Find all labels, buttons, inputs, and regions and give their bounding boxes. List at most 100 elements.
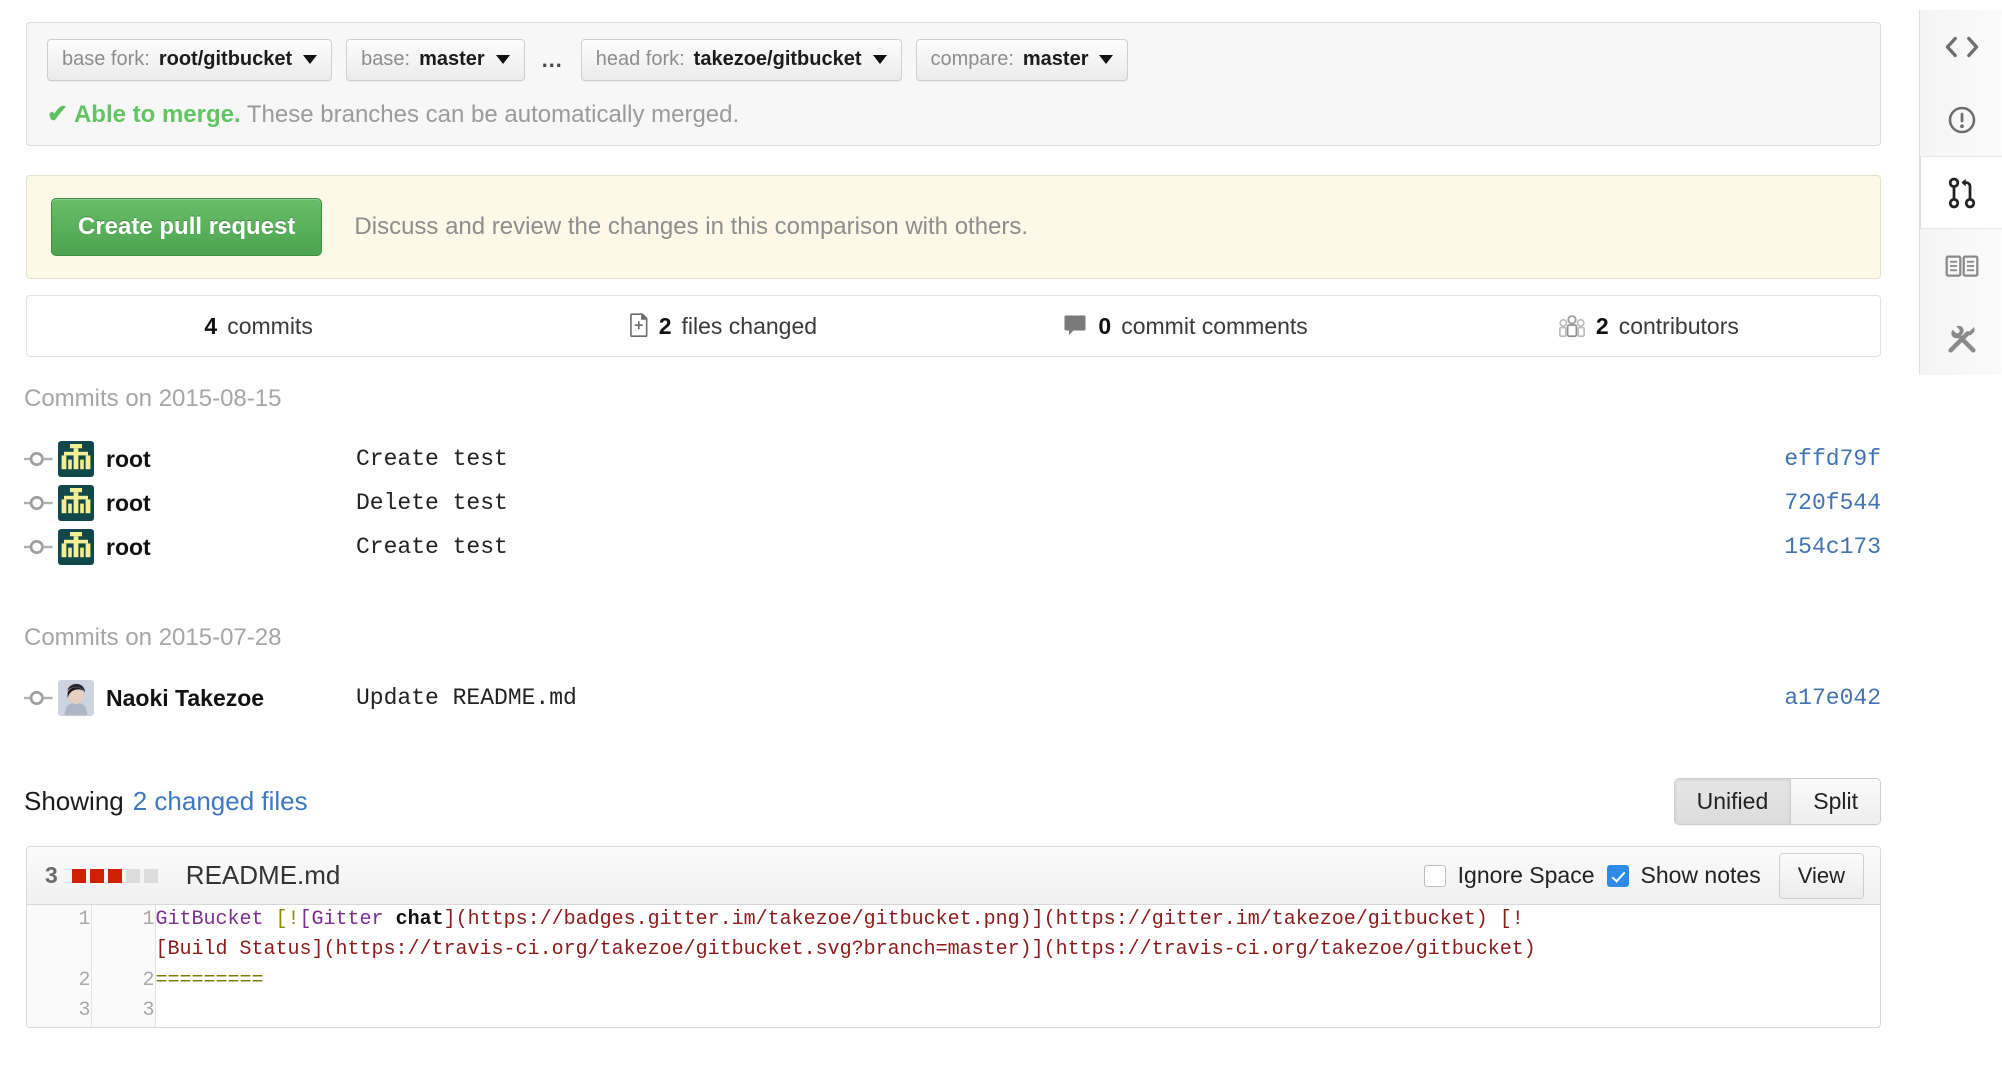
commit-hash[interactable]: a17e042 (1701, 685, 1881, 711)
diff-file-name[interactable]: README.md (186, 860, 341, 891)
stat-contributors-label: contributors (1619, 313, 1739, 340)
diffstat-blocks (72, 869, 158, 883)
people-icon (1558, 313, 1586, 339)
commit-message[interactable]: Delete test (356, 490, 1701, 516)
ignore-space-label[interactable]: Ignore Space (1458, 862, 1595, 889)
sidebar-item-wiki[interactable] (1920, 229, 2002, 302)
compare-branch-value: master (1023, 48, 1089, 71)
pull-request-compare-page: base fork:root/gitbucket base:master … h… (0, 0, 2002, 1066)
avatar (58, 680, 94, 716)
compare-branch-dropdown[interactable]: compare: master (916, 39, 1129, 81)
commit-message[interactable]: Update README.md (356, 685, 1701, 711)
merge-detail-text: These branches can be automatically merg… (247, 101, 739, 128)
create-pull-request-description: Discuss and review the changes in this c… (354, 213, 1028, 241)
diff-code-line[interactable]: GitBucket [![Gitter chat](https://badges… (155, 905, 1880, 966)
commit-message[interactable]: Create test (356, 534, 1701, 560)
compare-panel: base fork:root/gitbucket base:master … h… (26, 22, 1881, 146)
sidebar-item-issues[interactable] (1920, 83, 2002, 156)
diff-old-line-number: 3 (27, 996, 91, 1026)
diff-old-line-number: 1 (27, 905, 91, 966)
show-notes-label[interactable]: Show notes (1641, 862, 1761, 889)
diff-token: ========= (156, 969, 264, 992)
commit-hash[interactable]: 720f544 (1701, 490, 1881, 516)
diff-token: [Build Status](https://travis-ci.org/tak… (156, 938, 1536, 961)
view-file-button[interactable]: View (1779, 853, 1864, 899)
diff-view-split-button[interactable]: Split (1790, 779, 1880, 824)
stat-contributors[interactable]: 2 contributors (1417, 313, 1880, 340)
diff-file-header-controls: Ignore Space Show notes View (1424, 853, 1864, 899)
base-branch-dropdown[interactable]: base: master (346, 39, 525, 81)
sidebar-item-settings[interactable] (1920, 302, 2002, 375)
diff-file-header: 3 README.md Ignore Space Show notes View (27, 847, 1880, 905)
ignore-space-checkbox[interactable] (1424, 865, 1446, 887)
diff-code-line[interactable]: ========= (155, 966, 1880, 996)
compare-branch-label: compare: (931, 48, 1014, 71)
diff-token: [Gitter (300, 908, 396, 931)
diff-code-line[interactable] (155, 996, 1880, 1026)
code-icon (1945, 34, 1979, 60)
commit-message[interactable]: Create test (356, 446, 1701, 472)
commit-group-title: Commits on 2015-07-28 (24, 624, 281, 652)
avatar (58, 529, 94, 565)
show-notes-checkbox[interactable] (1607, 865, 1629, 887)
diffstat-block-deleted (90, 869, 104, 883)
tools-icon (1945, 322, 1979, 356)
avatar (58, 441, 94, 477)
commit-hash[interactable]: 154c173 (1701, 534, 1881, 560)
commit-row: root Create test effd79f (24, 437, 1881, 481)
commit-node-icon (24, 450, 58, 468)
commit-author[interactable]: root (106, 490, 356, 517)
commit-author[interactable]: root (106, 534, 356, 561)
diffstat-block-empty (144, 869, 158, 883)
diff-new-line-number: 2 (91, 966, 155, 996)
base-fork-dropdown[interactable]: base fork:root/gitbucket (47, 39, 332, 81)
book-icon (1945, 253, 1979, 279)
right-rail (1905, 0, 2002, 1066)
diffstat-count: 3 (45, 862, 58, 889)
diff-file-readme: 3 README.md Ignore Space Show notes View (26, 846, 1881, 1028)
diff-token: GitBucket (156, 908, 276, 931)
comparison-stats-bar: 4 commits 2 files changed 0 commit comme… (26, 295, 1881, 357)
commit-row: root Delete test 720f544 (24, 481, 1881, 525)
chevron-down-icon (1099, 55, 1113, 64)
stat-commit-comments[interactable]: 0 commit comments (954, 313, 1417, 340)
diff-table: 1 1 GitBucket [![Gitter chat](https://ba… (27, 905, 1880, 1027)
diff-token: chat (396, 908, 444, 931)
sidebar-item-code[interactable] (1920, 10, 2002, 83)
diff-row: 2 2 ========= (27, 966, 1880, 996)
create-pull-request-button[interactable]: Create pull request (51, 198, 322, 256)
diff-new-line-number: 3 (91, 996, 155, 1026)
commit-hash[interactable]: effd79f (1701, 446, 1881, 472)
base-branch-label: base: (361, 48, 410, 71)
pull-request-icon (1947, 177, 1977, 209)
base-branch-value: master (419, 48, 485, 71)
stat-comments-label: commit comments (1121, 313, 1308, 340)
commit-row: Naoki Takezoe Update README.md a17e042 (24, 676, 1881, 720)
diffstat-block-empty (126, 869, 140, 883)
diff-view-mode-toggle: Unified Split (1674, 778, 1881, 825)
changed-files-link[interactable]: 2 changed files (133, 786, 308, 817)
check-icon: ✔ (47, 100, 68, 128)
commit-author[interactable]: Naoki Takezoe (106, 685, 356, 712)
commit-author[interactable]: root (106, 446, 356, 473)
stat-commits-count: 4 (204, 313, 217, 340)
sidebar-item-pull-requests[interactable] (1920, 156, 2002, 229)
commit-node-icon (24, 538, 58, 556)
chevron-down-icon (496, 55, 510, 64)
stat-commits-label: commits (227, 313, 313, 340)
head-fork-label: head fork: (596, 48, 685, 71)
merge-status-row: ✔Able to merge. These branches can be au… (47, 99, 1860, 129)
comment-icon (1062, 314, 1088, 338)
diff-row: 3 3 (27, 996, 1880, 1026)
diff-view-unified-button[interactable]: Unified (1675, 779, 1791, 824)
base-fork-label: base fork: (62, 48, 150, 71)
commit-node-icon (24, 494, 58, 512)
head-fork-dropdown[interactable]: head fork: takezoe/gitbucket (581, 39, 902, 81)
repository-nav-rail (1919, 10, 2002, 375)
head-fork-value: takezoe/gitbucket (694, 48, 862, 71)
stat-comments-count: 0 (1098, 313, 1111, 340)
main-content: base fork:root/gitbucket base:master … h… (0, 0, 1905, 1066)
stat-commits[interactable]: 4 commits (27, 313, 490, 340)
stat-files-changed[interactable]: 2 files changed (490, 313, 953, 340)
branch-selector-row: base fork:root/gitbucket base:master … h… (47, 39, 1860, 81)
